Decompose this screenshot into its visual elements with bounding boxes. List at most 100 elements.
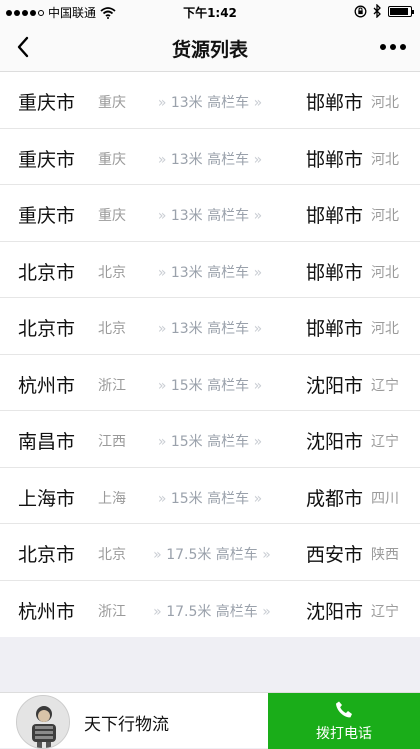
from-city: 重庆市: [18, 148, 76, 171]
route-row[interactable]: 北京市 北京 » 13米 高栏车 » 邯郸市 河北: [0, 298, 420, 355]
lock-rotation-icon: [354, 5, 367, 17]
truck-spec: » 13米 高栏车 »: [148, 318, 272, 338]
truck-spec-label: 15米 高栏车: [170, 490, 250, 507]
from-city: 南昌市: [18, 431, 76, 453]
double-chevron-right-icon: »: [157, 490, 167, 507]
double-chevron-right-icon: »: [253, 434, 263, 450]
truck-spec-label: 13米 高栏车: [170, 264, 250, 281]
truck-spec: » 17.5米 高栏车 »: [142, 601, 282, 621]
from-province: 上海: [98, 490, 126, 507]
from-province: 重庆: [98, 208, 126, 224]
to-city: 成都市: [306, 487, 364, 510]
truck-spec: » 13米 高栏车 »: [148, 262, 272, 282]
double-chevron-right-icon: »: [253, 377, 263, 394]
double-chevron-right-icon: »: [253, 490, 263, 507]
double-chevron-right-icon: »: [157, 321, 167, 337]
from-province: 北京: [98, 321, 126, 337]
truck-spec-label: 13米 高栏车: [170, 208, 250, 224]
to-city: 邯郸市: [306, 148, 364, 171]
truck-spec: » 15米 高栏车 »: [148, 375, 272, 395]
route-row[interactable]: 北京市 北京 » 17.5米 高栏车 » 西安市 陕西: [0, 524, 420, 581]
double-chevron-right-icon: »: [253, 208, 263, 224]
page-title: 货源列表: [171, 39, 248, 61]
truck-spec: » 15米 高栏车 »: [148, 488, 272, 508]
route-row[interactable]: 重庆市 重庆 » 13米 高栏车 » 邯郸市 河北: [0, 185, 420, 242]
to-province: 河北: [371, 321, 399, 337]
from-city: 杭州市: [18, 600, 76, 623]
double-chevron-right-icon: »: [157, 377, 167, 394]
from-city: 杭州市: [18, 374, 76, 397]
from-city: 重庆市: [18, 92, 76, 114]
from-province: 浙江: [98, 603, 126, 620]
call-button[interactable]: 拨打电话: [268, 693, 420, 749]
double-chevron-right-icon: »: [253, 321, 263, 337]
route-row[interactable]: 重庆市 重庆 » 13米 高栏车 » 邯郸市 河北: [0, 72, 420, 129]
truck-spec-label: 17.5米 高栏车: [166, 603, 258, 620]
route-row[interactable]: 上海市 上海 » 15米 高栏车 » 成都市 四川: [0, 468, 420, 524]
from-city: 北京市: [18, 261, 76, 284]
to-province: 河北: [371, 151, 399, 168]
to-province: 辽宁: [371, 434, 399, 450]
to-province: 辽宁: [371, 377, 399, 394]
truck-spec-label: 15米 高栏车: [170, 434, 250, 450]
double-chevron-right-icon: »: [157, 208, 167, 224]
truck-spec: » 13米 高栏车 »: [148, 92, 272, 112]
more-button[interactable]: [376, 34, 410, 60]
truck-spec-label: 13米 高栏车: [170, 95, 250, 111]
truck-spec: » 17.5米 高栏车 »: [142, 544, 282, 564]
route-list: 重庆市 重庆» 13米 高栏车 » 邯郸市 河北 重庆市 重庆» 13米 高栏车 » 邯郸市…: [0, 72, 420, 637]
person-icon: [17, 696, 69, 748]
truck-spec: » 15米 高栏车 »: [148, 431, 272, 451]
from-province: 北京: [98, 547, 126, 563]
to-city: 沈阳市: [306, 374, 364, 397]
nav-bar: 货源列表: [0, 22, 420, 72]
from-city: 北京市: [18, 318, 76, 340]
status-bar: 中国联通 下午1:42: [0, 0, 420, 22]
truck-spec: » 13米 高栏车 »: [148, 149, 272, 169]
from-province: 浙江: [98, 377, 126, 394]
from-province: 重庆: [98, 95, 126, 111]
to-city: 西安市: [306, 544, 364, 566]
truck-spec: » 13米 高栏车 »: [148, 205, 272, 225]
company-name: 天下行物流: [84, 715, 169, 735]
more-dots-icon: [380, 44, 406, 50]
route-row[interactable]: 重庆市 重庆 » 13米 高栏车 » 邯郸市 河北: [0, 129, 420, 185]
from-province: 江西: [98, 434, 126, 450]
double-chevron-right-icon: »: [253, 151, 263, 168]
call-label: 拨打电话: [316, 725, 372, 742]
to-city: 沈阳市: [306, 431, 364, 453]
double-chevron-right-icon: »: [262, 547, 271, 563]
double-chevron-right-icon: »: [253, 95, 263, 111]
route-row[interactable]: 杭州市 浙江 » 15米 高栏车 » 沈阳市 辽宁: [0, 355, 420, 411]
truck-spec-label: 13米 高栏车: [170, 151, 250, 168]
route-row[interactable]: 杭州市 浙江 » 17.5米 高栏车 » 沈阳市 辽宁: [0, 581, 420, 638]
from-city: 北京市: [18, 544, 76, 566]
truck-spec-label: 17.5米 高栏车: [166, 547, 258, 563]
phone-icon: [336, 701, 352, 717]
from-city: 重庆市: [18, 205, 76, 227]
to-province: 四川: [371, 490, 399, 507]
to-province: 河北: [371, 208, 399, 224]
to-province: 河北: [371, 95, 399, 111]
bluetooth-icon: [373, 4, 381, 18]
truck-spec-label: 15米 高栏车: [170, 377, 250, 394]
from-city: 上海市: [18, 487, 76, 510]
to-province: 辽宁: [371, 603, 399, 620]
from-province: 北京: [98, 264, 126, 281]
to-city: 邯郸市: [306, 318, 364, 340]
double-chevron-right-icon: »: [157, 95, 167, 111]
to-city: 邯郸市: [306, 92, 364, 114]
double-chevron-right-icon: »: [153, 547, 162, 563]
double-chevron-right-icon: »: [157, 434, 167, 450]
double-chevron-right-icon: »: [253, 264, 263, 281]
to-city: 邯郸市: [306, 205, 364, 227]
to-city: 邯郸市: [306, 261, 364, 284]
truck-spec-label: 13米 高栏车: [170, 321, 250, 337]
double-chevron-right-icon: »: [262, 603, 271, 620]
to-province: 河北: [371, 264, 399, 281]
battery-icon: [388, 5, 414, 17]
footer-bar: 天下行物流 拨打电话: [0, 692, 420, 749]
route-row[interactable]: 北京市 北京 » 13米 高栏车 » 邯郸市 河北: [0, 242, 420, 298]
avatar[interactable]: [16, 695, 70, 749]
route-row[interactable]: 南昌市 江西 » 15米 高栏车 » 沈阳市 辽宁: [0, 411, 420, 468]
